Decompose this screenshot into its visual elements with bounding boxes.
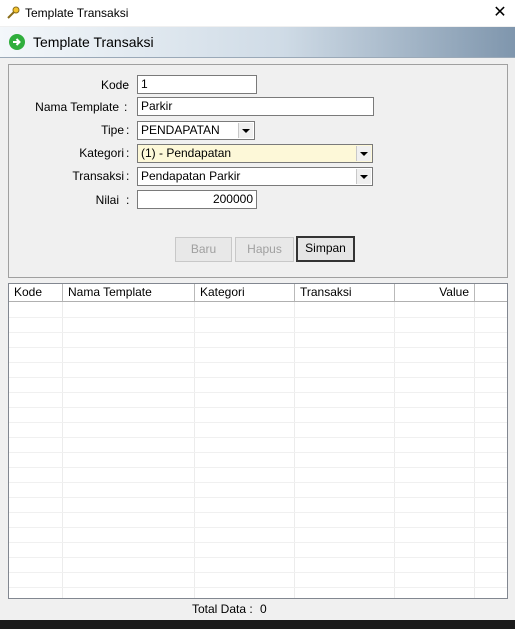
kode-colon: : xyxy=(124,78,128,92)
nilai-colon: : xyxy=(126,193,130,207)
baru-button[interactable]: Baru xyxy=(175,237,232,262)
kategori-value: (1) - Pendapatan xyxy=(141,146,232,160)
green-arrow-go-icon xyxy=(9,34,25,50)
nama-template-colon: : xyxy=(124,100,128,114)
column-header-kode[interactable]: Kode xyxy=(9,284,63,301)
chevron-down-icon[interactable] xyxy=(356,146,371,161)
kategori-colon: : xyxy=(126,146,130,160)
taskbar-strip xyxy=(0,620,515,629)
total-data-value: 0 xyxy=(260,602,267,616)
template-table[interactable]: Kode Nama Template Kategori Transaksi Va… xyxy=(8,283,508,599)
total-data-label: Total Data : xyxy=(192,602,253,616)
column-header-transaksi[interactable]: Transaksi xyxy=(295,284,395,301)
tipe-dropdown[interactable]: PENDAPATAN xyxy=(137,121,255,140)
kode-field[interactable]: 1 xyxy=(137,75,257,94)
header-title: Template Transaksi xyxy=(33,34,154,50)
column-header-nama-template[interactable]: Nama Template xyxy=(63,284,195,301)
kategori-label: Kategori xyxy=(79,146,124,160)
simpan-button[interactable]: Simpan xyxy=(296,236,355,262)
tipe-label: Tipe xyxy=(101,123,124,137)
kode-label: Kode xyxy=(100,78,129,92)
form-header: Template Transaksi xyxy=(0,27,515,58)
window-title: Template Transaksi xyxy=(25,6,129,20)
app-key-icon xyxy=(7,6,20,19)
tipe-colon: : xyxy=(126,123,130,137)
chevron-down-icon[interactable] xyxy=(238,123,253,138)
column-header-value[interactable]: Value xyxy=(395,284,475,301)
transaksi-value: Pendapatan Parkir xyxy=(141,169,241,183)
transaksi-label: Transaksi xyxy=(72,169,124,183)
form-panel: Kode : 1 Nama Template : Parkir Tipe : P… xyxy=(8,64,508,278)
close-icon[interactable]: ✕ xyxy=(486,1,514,25)
column-header-kategori[interactable]: Kategori xyxy=(195,284,295,301)
nama-template-label: Nama Template xyxy=(35,100,119,114)
transaksi-colon: : xyxy=(126,169,130,183)
window-titlebar: Template Transaksi ✕ xyxy=(0,0,515,26)
table-empty-gridlines xyxy=(9,302,507,598)
kategori-dropdown[interactable]: (1) - Pendapatan xyxy=(137,144,373,163)
nilai-label: Nilai xyxy=(95,193,119,207)
hapus-button[interactable]: Hapus xyxy=(235,237,294,262)
transaksi-dropdown[interactable]: Pendapatan Parkir xyxy=(137,167,373,186)
nama-template-field[interactable]: Parkir xyxy=(137,97,374,116)
table-header: Kode Nama Template Kategori Transaksi Va… xyxy=(9,284,507,302)
nilai-field[interactable]: 200000 xyxy=(137,190,257,209)
tipe-value: PENDAPATAN xyxy=(141,123,220,137)
column-header-filler xyxy=(475,284,507,301)
chevron-down-icon[interactable] xyxy=(356,169,371,184)
